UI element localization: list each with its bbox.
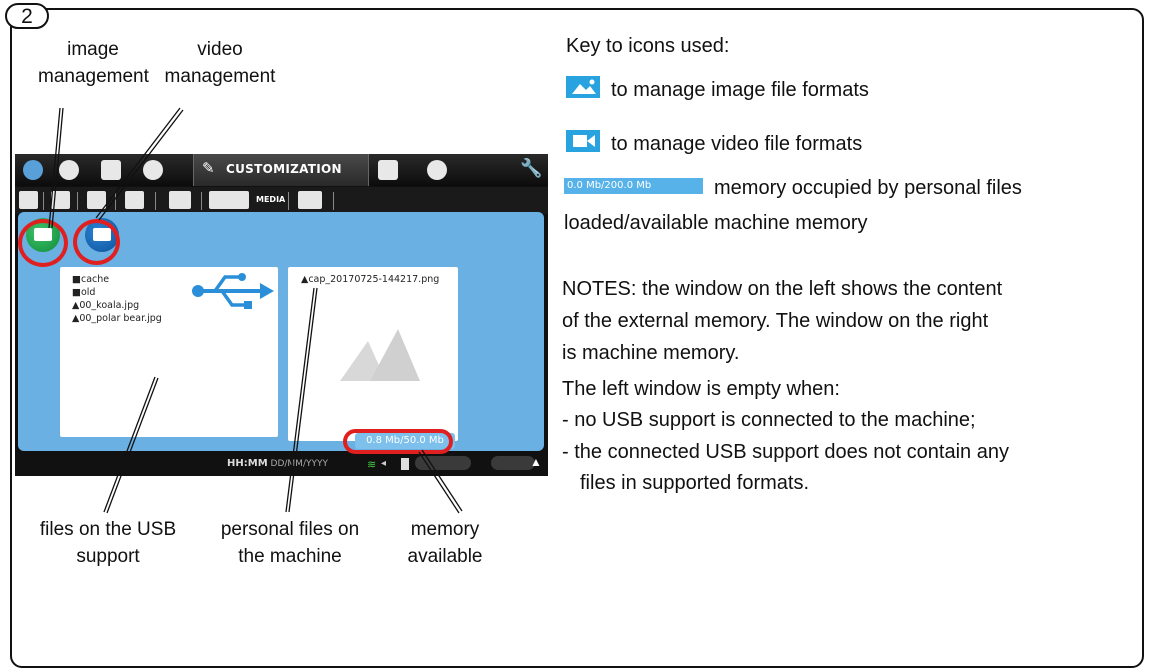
help-book-icon[interactable] (51, 191, 70, 209)
customization-label: CUSTOMIZATION (226, 162, 342, 176)
speaker-icon[interactable] (169, 191, 191, 209)
machine-file-list[interactable]: ▲cap_20170725-144217.png (288, 267, 458, 441)
status-datetime: HH:MM DD/MM/YYYY (227, 458, 328, 469)
calendar-icon[interactable] (378, 160, 398, 180)
cup-icon[interactable] (101, 160, 121, 180)
volume-icon: ◂ (381, 458, 387, 469)
cup-tray-icon (415, 456, 471, 470)
clock-icon[interactable] (59, 160, 79, 180)
image-icon (566, 76, 600, 98)
wifi-icon: ≋ (367, 459, 377, 471)
image-placeholder-icon (340, 329, 420, 381)
video-icon-description: to manage video file formats (611, 133, 863, 155)
separator (43, 192, 44, 210)
callout-image-management: image management (38, 39, 149, 87)
wrench-icon[interactable]: 🔧 (520, 158, 542, 179)
status-bar: HH:MM DD/MM/YYYY ≋ ◂ ▲ (15, 453, 548, 476)
separator (201, 192, 202, 210)
notes-line2: of the external memory. The window on th… (562, 310, 989, 332)
pencil-icon: ✎ (202, 160, 215, 177)
usb-icon (192, 273, 274, 309)
screen-icon[interactable] (87, 191, 106, 209)
callout-video-management: video management (164, 39, 276, 87)
tab-customization[interactable]: ✎ CUSTOMIZATION (193, 154, 369, 186)
step-number-badge: 2 (5, 3, 49, 29)
key-heading: Key to icons used: (566, 35, 730, 57)
callout-files-on-usb: files on the USB support (39, 519, 177, 567)
video-camera-icon (566, 130, 600, 152)
separator (77, 192, 78, 210)
memory-sample-badge: 0.0 Mb/200.0 Mb (564, 178, 703, 194)
up-arrow-icon[interactable]: ▲ (530, 455, 542, 469)
callout-memory-available: memory available (407, 519, 483, 567)
memory-highlight (343, 429, 453, 454)
media-icon[interactable] (209, 191, 249, 209)
memory-description-line1: memory occupied by personal files (714, 177, 1022, 199)
water-drop-icon[interactable] (23, 160, 43, 180)
separator (333, 192, 334, 210)
notes-empty-heading: The left window is empty when: (562, 378, 840, 400)
list-item[interactable]: ▲cap_20170725-144217.png (301, 274, 439, 285)
video-button-highlight (73, 219, 120, 265)
separator (288, 192, 289, 210)
separator (155, 192, 156, 210)
image-icon-description: to manage image file formats (611, 79, 869, 101)
list-item[interactable]: ■old (72, 287, 95, 298)
cup-tray-icon (491, 456, 535, 470)
list-item[interactable]: ■cache (72, 274, 109, 285)
sub-toolbar: MEDIA (15, 187, 548, 214)
usb-file-list[interactable]: ■cache ■old ▲00_koala.jpg ▲00_polar bear… (60, 267, 278, 437)
callout-personal-files: personal files on the machine (220, 519, 360, 567)
notes-bullet2-cont: files in supported formats. (580, 472, 809, 494)
separator (115, 192, 116, 210)
user-icon[interactable] (427, 160, 447, 180)
book-icon[interactable] (19, 191, 38, 209)
info-icon[interactable] (143, 160, 163, 180)
machine-screen: ✎ CUSTOMIZATION 🔧 MEDIA ■cache ■old ▲00_… (15, 154, 548, 476)
list-item[interactable]: ▲00_koala.jpg (72, 300, 139, 311)
media-tab-label[interactable]: MEDIA (256, 195, 285, 204)
battery-icon (401, 458, 409, 470)
memory-description-line2: loaded/available machine memory (564, 212, 868, 234)
list-item[interactable]: ▲00_polar bear.jpg (72, 313, 162, 324)
top-toolbar: ✎ CUSTOMIZATION 🔧 (15, 154, 548, 186)
notes-bullet1: - no USB support is connected to the mac… (562, 409, 976, 431)
notes-line3: is machine memory. (562, 342, 740, 364)
image-button-highlight (18, 219, 68, 267)
notes-line1: NOTES: the window on the left shows the … (562, 278, 1003, 300)
screensaver-icon[interactable] (125, 191, 144, 209)
notes-bullet2: - the connected USB support does not con… (562, 441, 1009, 463)
palette-icon[interactable] (298, 191, 322, 209)
